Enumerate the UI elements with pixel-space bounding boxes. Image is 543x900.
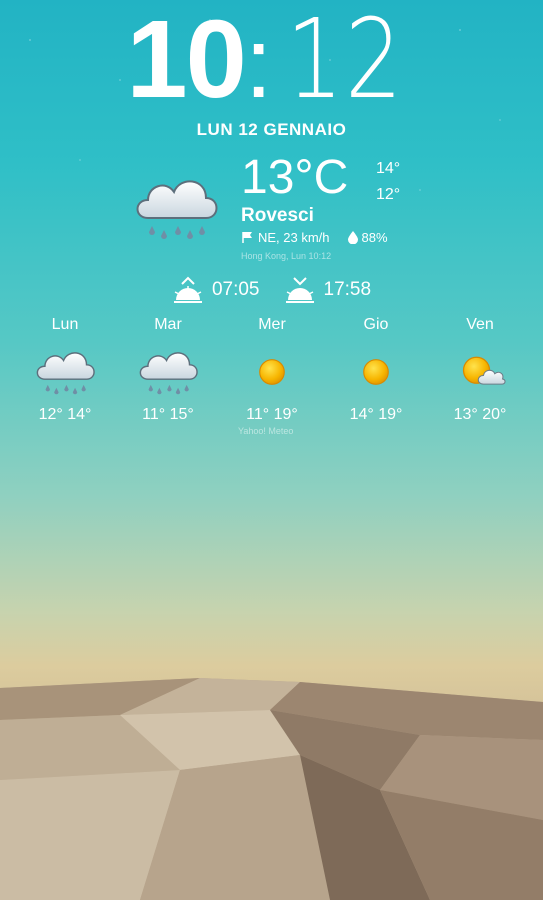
wind-humidity-row: NE, 23 km/h 88% — [241, 230, 388, 245]
forecast-day-name: Mer — [258, 316, 286, 333]
sunset-icon — [285, 277, 314, 303]
high-low-temps: 14° 12° — [376, 156, 400, 208]
landscape-wallpaper — [0, 678, 543, 900]
sun-icon — [326, 338, 426, 406]
current-temperature[interactable]: 13°C — [241, 150, 348, 205]
clock[interactable]: 10: 12 — [0, 4, 543, 115]
condition-label: Rovesci — [241, 205, 314, 226]
forecast-day-name: Gio — [363, 316, 389, 333]
sunset-time: 17:58 — [323, 279, 372, 300]
forecast-day-name: Ven — [466, 316, 494, 333]
forecast-day-mar[interactable]: Mar 11° 15° — [118, 316, 218, 424]
sun-times: 07:05 17:58 — [0, 276, 543, 304]
forecast-day-ven[interactable]: Ven 13° 20° — [430, 316, 530, 424]
clock-hours: 10 — [126, 0, 246, 121]
humidity-drop-icon — [347, 231, 358, 244]
rain-cloud-icon[interactable] — [130, 168, 222, 248]
humidity-value: 88% — [361, 230, 388, 245]
sun-icon — [222, 338, 322, 406]
clock-separator: : — [244, 7, 273, 119]
sunrise-time: 07:05 — [211, 279, 260, 300]
partly-cloudy-icon — [430, 338, 530, 406]
low-temp: 12° — [376, 186, 401, 203]
forecast-day-mer[interactable]: Mer 11° 19° — [222, 316, 322, 424]
forecast-temps: 11° 19° — [246, 406, 298, 423]
provider-label[interactable]: Yahoo! Meteo — [238, 426, 293, 436]
wind-value: NE, 23 km/h — [258, 230, 330, 245]
high-temp: 14° — [376, 160, 401, 177]
flag-icon — [242, 232, 252, 243]
forecast-day-gio[interactable]: Gio 14° 19° — [326, 316, 426, 424]
forecast-day-name: Lun — [51, 316, 79, 333]
forecast-temps: 12° 14° — [38, 406, 92, 423]
forecast-day-lun[interactable]: Lun 12° 14° — [15, 316, 115, 424]
rain-cloud-icon — [118, 338, 218, 406]
forecast-day-name: Mar — [154, 316, 182, 333]
forecast-temps: 11° 15° — [142, 406, 194, 423]
location-time: Hong Kong, Lun 10:12 — [241, 251, 332, 261]
rain-cloud-icon — [15, 338, 115, 406]
forecast-temps: 14° 19° — [349, 406, 403, 423]
clock-minutes: 12 — [285, 0, 404, 123]
sunrise-icon — [173, 276, 202, 303]
date-label: LUN 12 GENNAIO — [196, 120, 347, 139]
forecast-temps: 13° 20° — [453, 406, 507, 423]
